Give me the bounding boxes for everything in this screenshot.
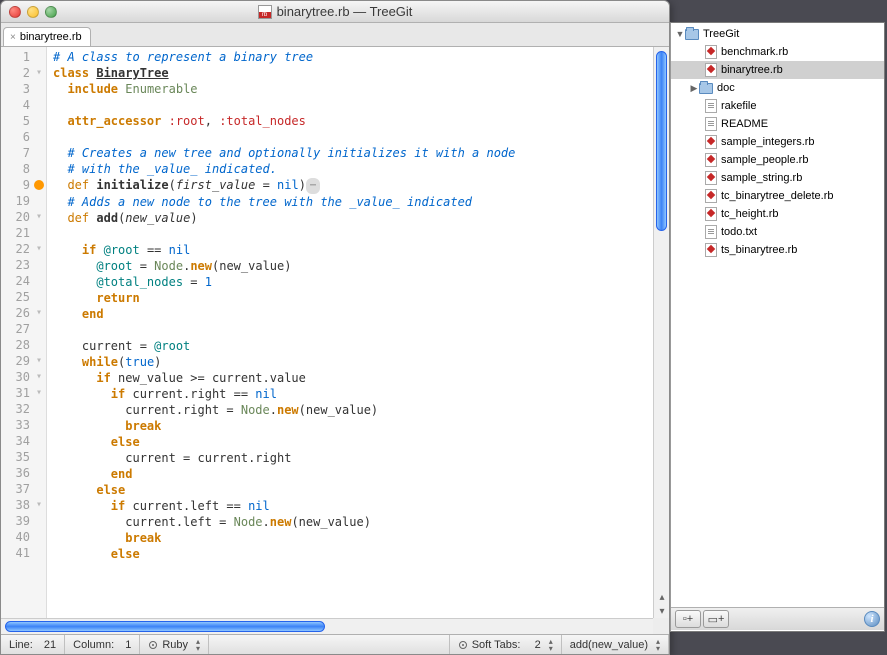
tree-item[interactable]: sample_people.rb: [671, 151, 884, 169]
ruby-file-icon: [705, 243, 717, 257]
zoom-window-button[interactable]: [45, 6, 57, 18]
tree-label: sample_integers.rb: [721, 136, 815, 148]
tree-root[interactable]: ▼ TreeGit: [671, 25, 884, 43]
ruby-file-icon: [705, 63, 717, 77]
tree-label: ts_binarytree.rb: [721, 244, 797, 256]
tree-item[interactable]: ts_binarytree.rb: [671, 241, 884, 259]
scrollbar-thumb[interactable]: [5, 621, 325, 632]
tab-bar: × binarytree.rb: [1, 23, 669, 47]
tree-item[interactable]: sample_integers.rb: [671, 133, 884, 151]
fold-icon[interactable]: ▾: [34, 212, 44, 222]
scrollbar-thumb[interactable]: [656, 51, 667, 231]
status-bar: Line: 21 Column: 1 Ruby ▴▾ Soft Tabs: 2 …: [1, 634, 669, 654]
tree-label: sample_people.rb: [721, 154, 808, 166]
text-file-icon: [705, 117, 717, 131]
tree-label: README: [721, 118, 768, 130]
vertical-scrollbar[interactable]: ▴ ▾: [653, 47, 669, 618]
fold-icon[interactable]: ▾: [34, 68, 44, 78]
scroll-up-icon[interactable]: ▴: [657, 592, 667, 602]
tree-item[interactable]: todo.txt: [671, 223, 884, 241]
info-button[interactable]: i: [864, 611, 880, 627]
updown-icon: ▴▾: [196, 638, 200, 652]
fold-icon[interactable]: ▾: [34, 388, 44, 398]
tree-item[interactable]: benchmark.rb: [671, 43, 884, 61]
close-window-button[interactable]: [9, 6, 21, 18]
ruby-file-icon: [705, 207, 717, 221]
status-column[interactable]: Column: 1: [65, 635, 140, 654]
ruby-file-icon: [705, 171, 717, 185]
status-language[interactable]: Ruby ▴▾: [140, 635, 209, 654]
tree-label: todo.txt: [721, 226, 757, 238]
fold-icon[interactable]: ▾: [34, 500, 44, 510]
line-gutter[interactable]: 12▾3456789▾1920▾2122▾23242526▾272829▾30▾…: [1, 47, 47, 618]
folder-icon: [685, 29, 699, 40]
disclosure-down-icon[interactable]: ▼: [675, 29, 685, 39]
tree-label: binarytree.rb: [721, 64, 783, 76]
minimize-window-button[interactable]: [27, 6, 39, 18]
scroll-down-icon[interactable]: ▾: [657, 606, 667, 616]
tree-item[interactable]: ▶ doc: [671, 79, 884, 97]
window-title: binarytree.rb — TreeGit: [1, 4, 669, 19]
new-folder-button[interactable]: ▭+: [703, 610, 729, 628]
text-file-icon: [705, 225, 717, 239]
folder-icon: [699, 83, 713, 94]
status-line[interactable]: Line: 21: [1, 635, 65, 654]
code-editor[interactable]: # A class to represent a binary tree cla…: [47, 47, 653, 618]
gear-icon: [148, 640, 158, 650]
tree-label: doc: [717, 82, 735, 94]
status-spacer: [209, 635, 450, 654]
breakpoint-icon[interactable]: [34, 180, 44, 190]
tree-item[interactable]: rakefile: [671, 97, 884, 115]
tree-label: tc_height.rb: [721, 208, 778, 220]
tree-item[interactable]: README: [671, 115, 884, 133]
folder-plus-icon: ▭: [708, 613, 718, 626]
ruby-file-icon: [258, 5, 272, 19]
ruby-file-icon: [705, 189, 717, 203]
tree-label: sample_string.rb: [721, 172, 802, 184]
tree-item[interactable]: sample_string.rb: [671, 169, 884, 187]
status-softtabs[interactable]: Soft Tabs: 2 ▴▾: [450, 635, 562, 654]
horizontal-scrollbar[interactable]: [1, 618, 653, 634]
fold-icon[interactable]: ▾: [34, 244, 44, 254]
updown-icon: ▴▾: [656, 638, 660, 652]
fold-icon[interactable]: ▾: [34, 356, 44, 366]
drawer-toolbar: ▫+ ▭+ i: [671, 607, 884, 630]
project-drawer: ▼ TreeGit benchmark.rb binarytree.rb ▶ doc r…: [670, 22, 885, 632]
editor-window: binarytree.rb — TreeGit × binarytree.rb …: [0, 0, 670, 655]
tree-item[interactable]: tc_binarytree_delete.rb: [671, 187, 884, 205]
status-scope[interactable]: add(new_value) ▴▾: [562, 635, 669, 654]
fold-icon[interactable]: ▾: [34, 308, 44, 318]
updown-icon: ▴▾: [549, 638, 553, 652]
editor-area: 12▾3456789▾1920▾2122▾23242526▾272829▾30▾…: [1, 47, 669, 618]
tree-item[interactable]: binarytree.rb: [671, 61, 884, 79]
titlebar[interactable]: binarytree.rb — TreeGit: [1, 1, 669, 23]
text-file-icon: [705, 99, 717, 113]
file-tree[interactable]: ▼ TreeGit benchmark.rb binarytree.rb ▶ doc r…: [671, 23, 884, 607]
disclosure-right-icon[interactable]: ▶: [689, 83, 699, 94]
new-file-button[interactable]: ▫+: [675, 610, 701, 628]
ruby-file-icon: [705, 135, 717, 149]
fold-icon[interactable]: ▾: [34, 372, 44, 382]
tree-label: rakefile: [721, 100, 756, 112]
tab-binarytree[interactable]: × binarytree.rb: [3, 27, 91, 46]
tab-close-icon[interactable]: ×: [10, 32, 16, 43]
tree-item[interactable]: tc_height.rb: [671, 205, 884, 223]
tree-label: tc_binarytree_delete.rb: [721, 190, 834, 202]
ruby-file-icon: [705, 45, 717, 59]
tree-label: TreeGit: [703, 28, 739, 40]
gear-icon: [458, 640, 468, 650]
tree-label: benchmark.rb: [721, 46, 788, 58]
tab-label: binarytree.rb: [20, 31, 82, 43]
ruby-file-icon: [705, 153, 717, 167]
